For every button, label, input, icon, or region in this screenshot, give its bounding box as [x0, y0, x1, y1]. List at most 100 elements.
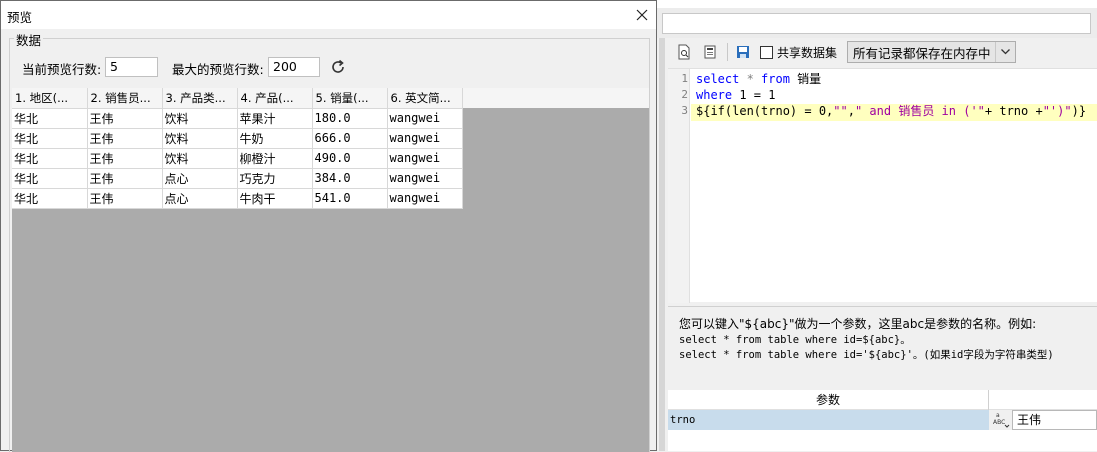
- table-cell[interactable]: 王伟: [87, 148, 163, 169]
- dialog-title: 预览: [7, 10, 33, 25]
- database-icon: [704, 45, 716, 59]
- table-cell[interactable]: 王伟: [87, 128, 163, 149]
- dialog-titlebar[interactable]: 预览: [1, 1, 656, 29]
- sql-line-1: select * from 销量: [696, 71, 821, 87]
- table-cell[interactable]: 点心: [162, 188, 238, 209]
- table-cell[interactable]: 饮料: [162, 128, 238, 149]
- storage-mode-value: 所有记录都保存在内存中: [853, 45, 991, 61]
- sql-expression: ,: [847, 104, 855, 118]
- splitter-handle[interactable]: [659, 38, 665, 451]
- preview-dialog: 预览 数据 当前预览行数: 5 最大的预览行数: 200 1. 地区(... 2…: [0, 0, 657, 452]
- max-rows-label: 最大的预览行数:: [172, 62, 264, 77]
- table-cell[interactable]: 王伟: [87, 188, 163, 209]
- share-dataset-label: 共享数据集: [777, 45, 838, 60]
- dataset-name-input[interactable]: [662, 13, 1091, 34]
- sql-string: "": [833, 104, 848, 118]
- max-rows-input[interactable]: 200: [268, 57, 320, 77]
- table-cell[interactable]: 点心: [162, 168, 238, 189]
- table-cell[interactable]: 490.0: [312, 148, 388, 169]
- column-header[interactable]: 3. 产品类...: [162, 88, 238, 109]
- table-cell[interactable]: 666.0: [312, 128, 388, 149]
- sql-editor[interactable]: 1 2 3 select * from 销量 where 1 = 1 ${if(…: [668, 68, 1097, 303]
- editor-toolbar: 共享数据集 所有记录都保存在内存中: [665, 38, 1097, 66]
- hint-example: select * from table where id=${abc}。: [679, 334, 911, 346]
- storage-mode-select[interactable]: 所有记录都保存在内存中: [847, 41, 1016, 63]
- line-number-gutter: 1 2 3: [668, 69, 690, 303]
- checkbox-box[interactable]: [760, 45, 773, 59]
- table-cell[interactable]: 华北: [12, 148, 88, 169]
- column-header[interactable]: 4. 产品(...: [237, 88, 313, 109]
- close-button[interactable]: [629, 3, 655, 27]
- database-button[interactable]: [699, 41, 721, 63]
- table-cell[interactable]: wangwei: [387, 108, 463, 129]
- table-cell[interactable]: 王伟: [87, 168, 163, 189]
- sql-line-2: where 1 = 1: [696, 87, 775, 103]
- sql-keyword: select: [696, 72, 740, 86]
- sql-operator: *: [739, 72, 762, 86]
- table-header-row: 1. 地区(... 2. 销售员... 3. 产品类... 4. 产品(... …: [12, 88, 463, 109]
- table-cell[interactable]: wangwei: [387, 168, 463, 189]
- sql-expression: + trno +: [984, 104, 1043, 118]
- preview-grid[interactable]: 1. 地区(... 2. 销售员... 3. 产品类... 4. 产品(... …: [12, 88, 649, 452]
- column-header[interactable]: 6. 英文简...: [387, 88, 463, 109]
- sql-condition: 1 = 1: [732, 88, 776, 102]
- param-value-input[interactable]: 王伟: [1012, 410, 1097, 430]
- svg-text:a: a: [996, 412, 1000, 419]
- param-row[interactable]: trno a ABC 王伟: [668, 410, 1097, 430]
- table-cell[interactable]: 180.0: [312, 108, 388, 129]
- sql-expression: ${if(len(trno) = 0,: [696, 104, 834, 118]
- hint-text: 您可以键入"${abc}"做为一个参数，这里abc是参数的名称。例如:: [679, 317, 1037, 331]
- column-header[interactable]: 5. 销量(...: [312, 88, 388, 109]
- table-cell[interactable]: 华北: [12, 168, 88, 189]
- table-cell[interactable]: 牛肉干: [237, 188, 313, 209]
- table-cell[interactable]: 饮料: [162, 108, 238, 129]
- close-icon: [636, 9, 648, 21]
- sql-string: " and 销售员 in ('": [854, 104, 985, 118]
- params-table-header: 参数: [668, 390, 1097, 410]
- line-number: 2: [681, 88, 688, 101]
- table-cell[interactable]: 华北: [12, 108, 88, 129]
- share-dataset-checkbox[interactable]: 共享数据集: [760, 44, 837, 61]
- svg-text:ABC: ABC: [993, 419, 1005, 426]
- table-cell[interactable]: 王伟: [87, 108, 163, 129]
- line-number: 1: [681, 72, 688, 85]
- table-cell[interactable]: 巧克力: [237, 168, 313, 189]
- preview-table: 1. 地区(... 2. 销售员... 3. 产品类... 4. 产品(... …: [12, 88, 463, 209]
- table-row[interactable]: 华北 王伟 饮料 苹果汁 180.0 wangwei: [12, 108, 463, 129]
- refresh-icon: [332, 59, 344, 73]
- table-cell[interactable]: wangwei: [387, 148, 463, 169]
- table-cell[interactable]: 华北: [12, 188, 88, 209]
- sql-table-name: 销量: [789, 72, 822, 86]
- data-group-label: 数据: [14, 30, 44, 49]
- current-rows-input[interactable]: 5: [105, 57, 158, 77]
- save-icon: [737, 46, 749, 58]
- sql-line-3: ${if(len(trno) = 0,""," and 销售员 in ('"+ …: [696, 103, 1086, 119]
- table-cell[interactable]: 384.0: [312, 168, 388, 189]
- table-row[interactable]: 华北 王伟 点心 牛肉干 541.0 wangwei: [12, 188, 463, 209]
- table-cell[interactable]: 饮料: [162, 148, 238, 169]
- param-name[interactable]: trno: [668, 410, 989, 430]
- table-cell[interactable]: 华北: [12, 128, 88, 149]
- hint-example: select * from table where id='${abc}'。(如…: [679, 349, 1054, 361]
- sql-keyword: from: [761, 72, 790, 86]
- refresh-button[interactable]: [328, 57, 348, 77]
- preview-icon: [678, 44, 690, 60]
- table-row[interactable]: 华北 王伟 饮料 牛奶 666.0 wangwei: [12, 128, 463, 149]
- table-cell[interactable]: 牛奶: [237, 128, 313, 149]
- save-button[interactable]: [732, 41, 754, 63]
- table-cell[interactable]: 柳橙汁: [237, 148, 313, 169]
- column-header[interactable]: 1. 地区(...: [12, 88, 88, 109]
- sql-keyword: where: [696, 88, 733, 102]
- sql-string: "')": [1042, 104, 1072, 118]
- abc-icon[interactable]: a ABC: [990, 410, 1012, 430]
- parameter-hint-panel: 您可以键入"${abc}"做为一个参数，这里abc是参数的名称。例如: sele…: [668, 306, 1097, 390]
- table-row[interactable]: 华北 王伟 饮料 柳橙汁 490.0 wangwei: [12, 148, 463, 169]
- table-cell[interactable]: wangwei: [387, 128, 463, 149]
- table-cell[interactable]: 541.0: [312, 188, 388, 209]
- preview-button[interactable]: [673, 41, 695, 63]
- table-cell[interactable]: 苹果汁: [237, 108, 313, 129]
- table-cell[interactable]: wangwei: [387, 188, 463, 209]
- column-header[interactable]: 2. 销售员...: [87, 88, 163, 109]
- chevron-down-icon[interactable]: [994, 42, 1015, 62]
- table-row[interactable]: 华北 王伟 点心 巧克力 384.0 wangwei: [12, 168, 463, 189]
